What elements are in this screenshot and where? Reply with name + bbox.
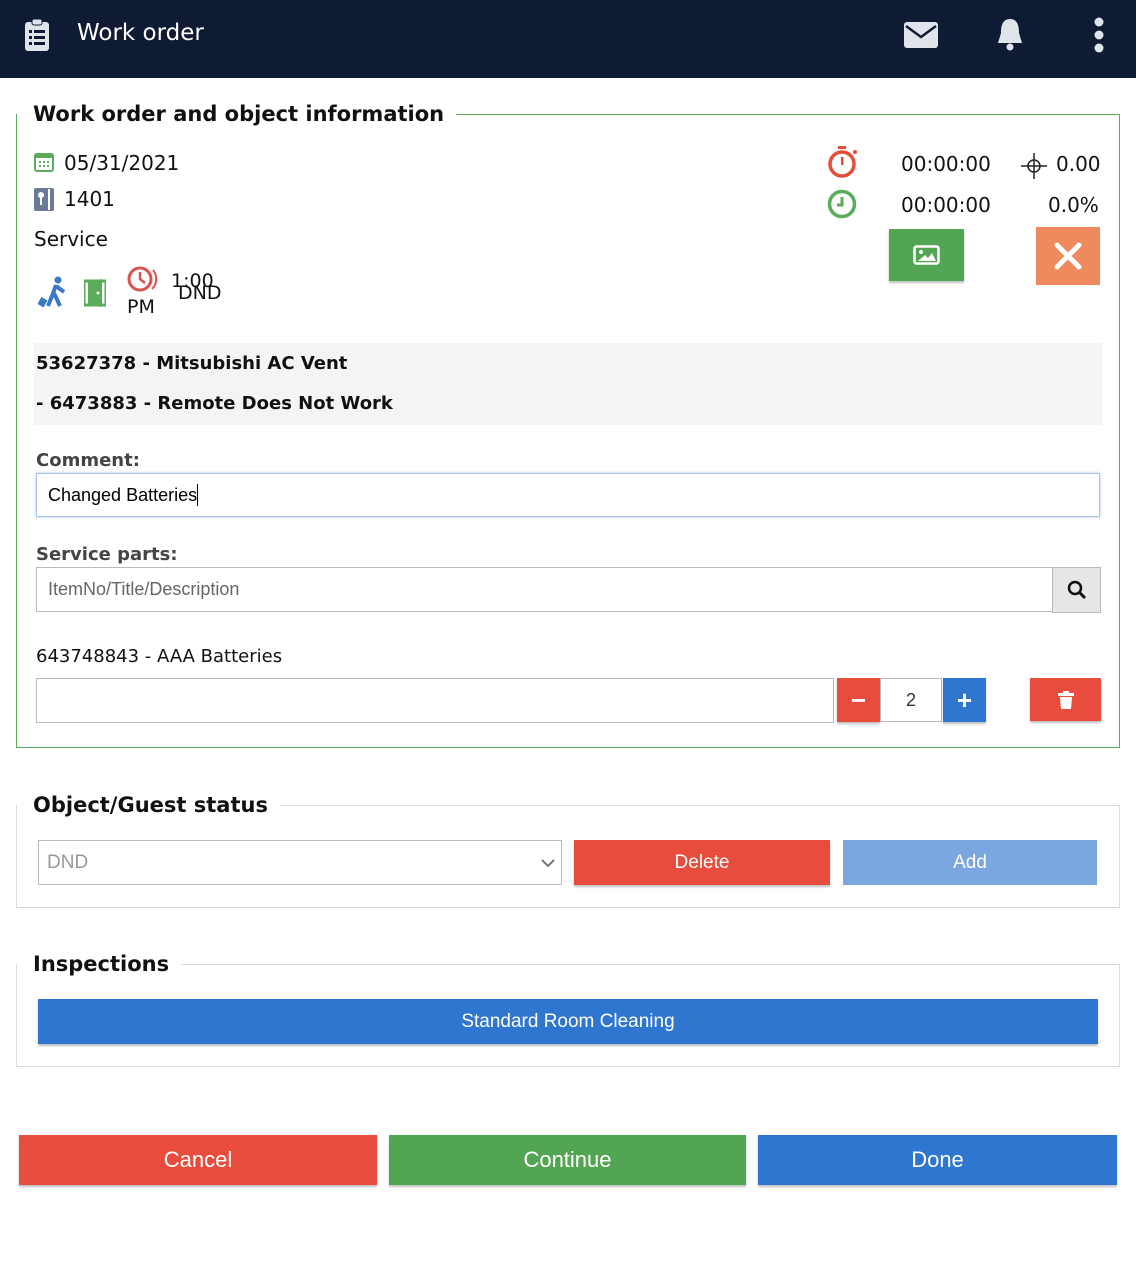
service-parts-label: Service parts:	[36, 544, 178, 565]
bell-icon[interactable]	[995, 17, 1025, 51]
trash-icon	[1057, 690, 1074, 709]
room-number: 1401	[64, 187, 115, 211]
scheduled-time-icon	[127, 266, 158, 292]
delete-status-button[interactable]: Delete	[574, 840, 830, 885]
crosshair-icon	[1021, 153, 1047, 179]
scheduled-time-suffix: PM	[127, 296, 155, 318]
section-title: Object/Guest status	[33, 793, 268, 817]
timer-elapsed: 00:00:00	[901, 152, 991, 176]
comment-value: Changed Batteries	[48, 484, 198, 505]
chevron-down-icon	[541, 859, 555, 868]
app-header: Work order	[0, 0, 1136, 78]
service-part-note-input[interactable]	[36, 678, 834, 723]
section-title: Work order and object information	[33, 102, 445, 126]
quantity-input[interactable]: 2	[880, 678, 942, 722]
room-key-icon	[34, 188, 54, 211]
image-icon	[913, 245, 940, 265]
increase-quantity-button[interactable]: +	[943, 678, 986, 722]
continue-button[interactable]: Continue	[389, 1135, 746, 1185]
clock-icon	[827, 189, 857, 219]
work-order-date: 05/31/2021	[64, 151, 180, 175]
service-parts-search-input[interactable]: ItemNo/Title/Description	[36, 567, 1053, 612]
service-part-name: 643748843 - AAA Batteries	[36, 646, 283, 667]
comment-input[interactable]: Changed Batteries	[36, 473, 1100, 517]
work-order-type: Service	[34, 227, 108, 251]
status-select[interactable]: DND	[38, 840, 562, 885]
calendar-icon	[34, 153, 54, 172]
delete-part-button[interactable]	[1030, 678, 1101, 721]
add-photo-button[interactable]	[889, 229, 964, 281]
work-order-item: 53627378 - Mitsubishi AC Vent	[36, 353, 348, 374]
comment-label: Comment:	[36, 450, 140, 471]
quantity-value: 2	[905, 689, 916, 710]
clipboard-icon	[25, 18, 49, 51]
stopwatch-icon	[828, 146, 857, 178]
more-menu-icon[interactable]	[1092, 17, 1106, 53]
tools-icon	[1054, 242, 1082, 270]
progress-percent: 0.0%	[1048, 193, 1099, 217]
add-status-button[interactable]: Add	[843, 840, 1097, 885]
distance-value: 0.00	[1056, 152, 1101, 176]
door-icon	[84, 279, 106, 307]
search-icon	[1067, 580, 1086, 600]
search-placeholder: ItemNo/Title/Description	[48, 579, 240, 599]
guest-luggage-icon	[38, 276, 66, 308]
work-order-subitem: - 6473883 - Remote Does Not Work	[36, 393, 393, 414]
work-order-items: 53627378 - Mitsubishi AC Vent - 6473883 …	[34, 343, 1102, 425]
search-button[interactable]	[1052, 567, 1101, 613]
inspection-standard-room-cleaning[interactable]: Standard Room Cleaning	[38, 999, 1098, 1044]
header-title: Work order	[77, 20, 204, 46]
cancel-button[interactable]: Cancel	[19, 1135, 377, 1185]
room-status: DND	[178, 282, 222, 304]
decrease-quantity-button[interactable]: −	[837, 678, 880, 722]
mail-icon[interactable]	[904, 22, 938, 48]
done-button[interactable]: Done	[758, 1135, 1117, 1185]
status-selected: DND	[47, 851, 89, 873]
tools-button[interactable]	[1036, 227, 1100, 285]
section-title: Inspections	[33, 952, 170, 976]
timer-total: 00:00:00	[901, 193, 991, 217]
